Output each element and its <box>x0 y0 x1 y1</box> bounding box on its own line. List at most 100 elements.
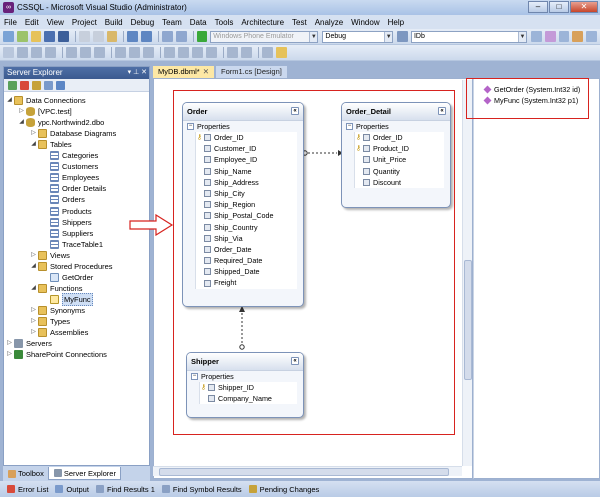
menu-debug[interactable]: Debug <box>131 18 155 27</box>
connect-to-sharepoint-icon[interactable] <box>56 80 65 90</box>
cut-icon[interactable] <box>78 31 90 42</box>
tab-form1-design[interactable]: Form1.cs [Design] <box>215 66 287 78</box>
paste-icon[interactable] <box>106 31 118 42</box>
tree-item[interactable]: ▷ Synonyms <box>30 305 85 316</box>
copy-icon[interactable] <box>92 31 104 42</box>
tab-find-symbol-results[interactable]: Find Symbol Results <box>161 485 242 494</box>
designer-vertical-scrollbar[interactable] <box>462 80 472 466</box>
tree-item[interactable]: Employees <box>42 172 99 183</box>
maximize-button[interactable]: □ <box>549 1 569 13</box>
same-height-icon[interactable] <box>129 47 140 58</box>
expand-triangle-icon[interactable]: ▷ <box>30 128 37 139</box>
tab-output[interactable]: Output <box>54 485 89 494</box>
tree-item[interactable]: Shippers <box>42 217 92 228</box>
save-icon[interactable] <box>44 31 56 42</box>
align-top-icon[interactable] <box>66 47 77 58</box>
send-to-back-icon[interactable] <box>241 47 252 58</box>
tree-item[interactable]: ▷ Views <box>30 250 70 261</box>
menu-help[interactable]: Help <box>388 18 404 27</box>
close-panel-icon[interactable]: ✕ <box>141 69 147 76</box>
collapse-triangle-icon[interactable]: ◢ <box>30 139 37 150</box>
expand-triangle-icon[interactable]: ▷ <box>6 349 13 360</box>
menu-build[interactable]: Build <box>105 18 123 27</box>
open-file-icon[interactable] <box>30 31 42 42</box>
tab-error-list[interactable]: Error List <box>6 485 48 494</box>
same-size-icon[interactable] <box>143 47 154 58</box>
menu-tools[interactable]: Tools <box>215 18 234 27</box>
vertical-spacing-icon[interactable] <box>178 47 189 58</box>
collapse-triangle-icon[interactable]: ◢ <box>18 117 25 128</box>
expand-triangle-icon[interactable]: ▷ <box>6 338 13 349</box>
extension-icon[interactable] <box>586 31 597 42</box>
menu-test[interactable]: Test <box>292 18 307 27</box>
scroll-thumb[interactable] <box>159 468 449 476</box>
close-tab-icon[interactable]: ✕ <box>203 67 209 76</box>
tree-item[interactable]: ◢ Tables <box>30 139 72 150</box>
align-right-icon[interactable] <box>45 47 56 58</box>
tree-item[interactable]: ▷ [VPC.test] <box>18 106 72 117</box>
save-all-icon[interactable] <box>58 31 69 42</box>
tree-item[interactable]: ▷ SharePoint Connections <box>6 349 107 360</box>
find-icon[interactable] <box>397 31 408 42</box>
tree-item[interactable]: Categories <box>42 150 98 161</box>
menu-architecture[interactable]: Architecture <box>241 18 284 27</box>
tab-toolbox[interactable]: Toolbox <box>3 467 48 480</box>
auto-hide-pin-icon[interactable]: ⊥ <box>133 69 139 76</box>
expand-triangle-icon[interactable]: ▷ <box>30 327 37 338</box>
navigate-back-icon[interactable] <box>161 31 173 42</box>
center-horizontally-icon[interactable] <box>192 47 203 58</box>
tree-item[interactable]: ▷ Database Diagrams <box>30 128 116 139</box>
tree-item[interactable]: Orders <box>42 194 85 205</box>
tab-find-results-1[interactable]: Find Results 1 <box>95 485 155 494</box>
minimize-button[interactable]: – <box>528 1 548 13</box>
expand-triangle-icon[interactable]: ▷ <box>30 250 37 261</box>
tree-item[interactable]: Order Details <box>42 183 106 194</box>
tab-pending-changes[interactable]: Pending Changes <box>248 485 319 494</box>
menu-team[interactable]: Team <box>162 18 182 27</box>
start-debugging-icon[interactable] <box>196 31 208 42</box>
tab-server-explorer[interactable]: Server Explorer <box>47 467 121 480</box>
tree-item[interactable]: ▷ Servers <box>6 338 52 349</box>
expand-triangle-icon[interactable]: ▷ <box>30 305 37 316</box>
redo-icon[interactable] <box>141 31 152 42</box>
object-browser-icon[interactable] <box>558 31 570 42</box>
tree-item[interactable]: GetOrder <box>42 272 93 283</box>
tree-item[interactable]: Customers <box>42 161 98 172</box>
solution-configuration-combo[interactable]: Debug ▼ <box>322 30 394 43</box>
tree-item[interactable]: Suppliers <box>42 228 93 239</box>
bring-to-front-icon[interactable] <box>227 47 238 58</box>
tree-item[interactable]: TraceTable1 <box>42 239 103 250</box>
expand-triangle-icon[interactable]: ▷ <box>18 106 25 117</box>
lock-controls-icon[interactable] <box>276 47 287 58</box>
menu-data[interactable]: Data <box>190 18 207 27</box>
tab-order-icon[interactable] <box>262 47 273 58</box>
refresh-icon[interactable] <box>8 80 17 90</box>
properties-icon[interactable] <box>544 31 556 42</box>
new-project-icon[interactable] <box>3 31 14 42</box>
connect-to-server-icon[interactable] <box>44 80 53 90</box>
toolbox-icon[interactable] <box>572 31 584 42</box>
navigate-forward-icon[interactable] <box>175 31 187 42</box>
tree-item[interactable]: ▷ Types <box>30 316 70 327</box>
expand-triangle-icon[interactable]: ▷ <box>30 316 37 327</box>
undo-icon[interactable] <box>127 31 139 42</box>
collapse-triangle-icon[interactable]: ◢ <box>30 283 37 294</box>
menu-project[interactable]: Project <box>72 18 97 27</box>
tree-item[interactable]: ◢ Stored Procedures <box>30 261 113 272</box>
menu-file[interactable]: File <box>4 18 17 27</box>
tree-item[interactable]: ◢ Data Connections <box>6 95 86 106</box>
align-center-icon[interactable] <box>31 47 42 58</box>
horizontal-spacing-icon[interactable] <box>164 47 175 58</box>
connect-to-database-icon[interactable] <box>32 80 41 90</box>
menu-analyze[interactable]: Analyze <box>315 18 343 27</box>
same-width-icon[interactable] <box>115 47 126 58</box>
solution-explorer-icon[interactable] <box>530 31 542 42</box>
menu-edit[interactable]: Edit <box>25 18 39 27</box>
tree-item[interactable]: ◢ ypc.Northwind2.dbo <box>18 117 104 128</box>
align-middle-icon[interactable] <box>80 47 91 58</box>
menu-view[interactable]: View <box>47 18 64 27</box>
menu-window[interactable]: Window <box>351 18 379 27</box>
find-combo[interactable]: IDb ▼ <box>410 30 527 43</box>
align-bottom-icon[interactable] <box>94 47 105 58</box>
close-button[interactable]: ✕ <box>570 1 598 13</box>
